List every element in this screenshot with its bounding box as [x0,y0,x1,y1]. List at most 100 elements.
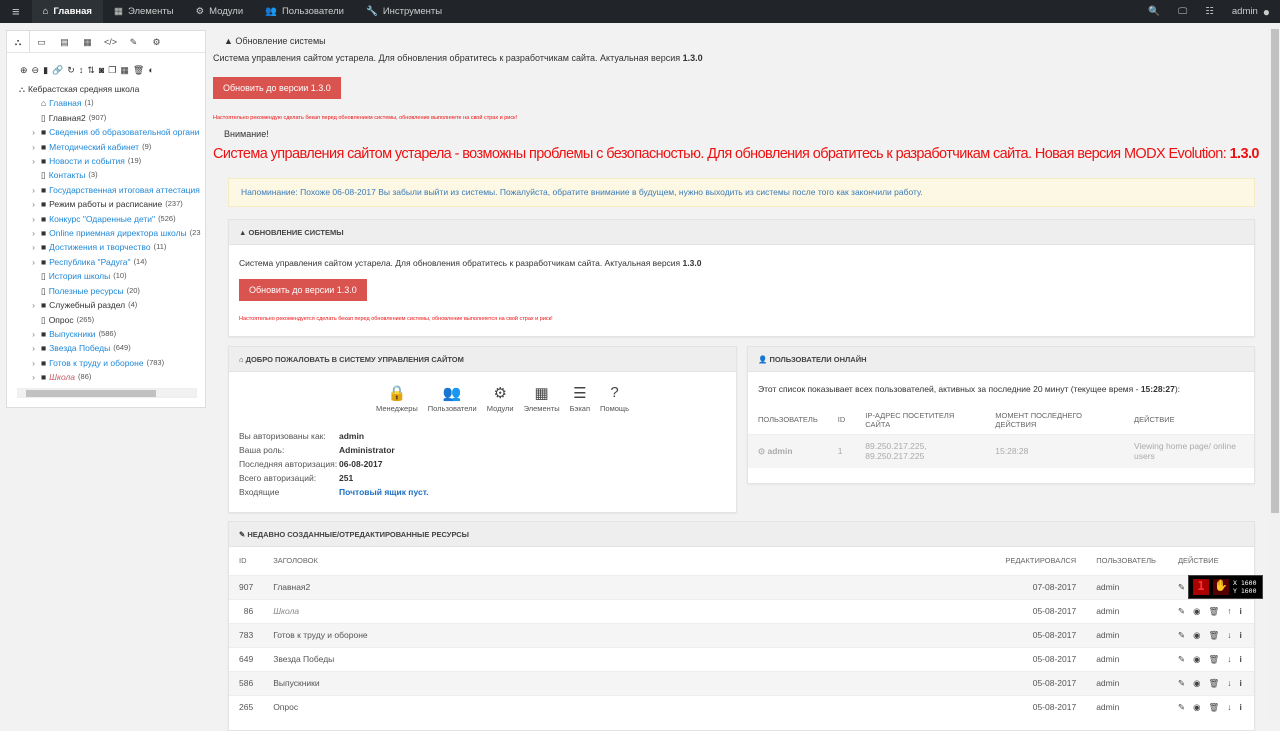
chevron-right-icon[interactable]: › [29,197,38,211]
chevron-right-icon[interactable]: › [29,140,38,154]
quick-grid[interactable]: ▦ Элементы [524,384,560,413]
chevron-right-icon[interactable]: › [29,327,38,341]
info-value[interactable]: Почтовый ящик пуст. [339,485,428,499]
table-row[interactable]: 907Главная207-08-2017admin✎◉🗑↑i [229,574,1254,599]
refresh-icon[interactable]: ↻ [67,65,75,76]
tab-code[interactable]: </> [99,31,122,52]
nav-cogs[interactable]: ⚙ Модули [185,0,255,23]
chevron-right-icon[interactable]: › [29,226,38,240]
table-row[interactable]: 86 Школа 05-08-2017 admin ✎ ◉ 🗑 ↑ i [229,598,1254,623]
chevron-right-icon[interactable]: › [29,154,38,168]
edit-icon[interactable]: ✎ [1178,606,1185,617]
tree-item[interactable]: › ■ Служебный раздел (4) [19,298,205,312]
camera-icon[interactable]: ◙ [99,65,104,76]
tab-snippets[interactable]: ▦ [76,31,99,52]
tree-item[interactable]: › ■ Сведения об образовательной органи [19,125,205,139]
tree-item[interactable]: ▯ Опрос (265) [19,313,205,327]
copy-icon[interactable]: ❐ [108,65,116,76]
sort-order-icon[interactable]: ⇅ [87,65,95,76]
resource-title[interactable]: Выпускники [263,670,994,695]
monitor-icon[interactable]: 🖵 [1178,6,1187,17]
chevron-right-icon[interactable]: › [29,255,38,269]
trash-icon[interactable]: 🗑 [133,65,144,76]
tree-item[interactable]: ⌂ Главная (1) [19,96,205,110]
nav-grid[interactable]: ▦ Элементы [103,0,185,23]
arrow-down-icon[interactable]: ↓ [1227,702,1231,713]
arrow-up-icon[interactable]: ↑ [1227,606,1231,617]
update-card-button[interactable]: Обновить до версии 1.3.0 [239,279,367,301]
search-icon[interactable]: 🔍 [1148,6,1160,17]
quick-users[interactable]: 👥 Пользователи [428,384,477,413]
view-icon[interactable]: ◉ [1193,702,1200,713]
nav-wrench[interactable]: 🔧 Инструменты [355,0,453,23]
tab-site-tree[interactable]: ⛬ [7,31,30,52]
quick-help[interactable]: ? Помощь [600,384,629,413]
tree-item[interactable]: ▯ Полезные ресурсы (20) [19,284,205,298]
tree-item[interactable]: › ■ Конкурс "Одаренные дети" (526) [19,212,205,226]
info-icon[interactable]: i [1240,606,1242,617]
tree-item[interactable]: › ■ Online приемная директора школы (23 [19,226,205,240]
tree-item[interactable]: › ■ Государственная итоговая аттестация [19,183,205,197]
chevron-right-icon[interactable]: › [29,341,38,355]
tree-item[interactable]: › ■ Выпускники (586) [19,327,205,341]
chevron-right-icon[interactable]: › [29,356,38,370]
trash-icon[interactable]: 🗑 [1209,654,1220,665]
resource-title[interactable]: Школа [263,598,994,623]
tree-item[interactable]: › ■ Звезда Победы (649) [19,341,205,355]
chevron-right-icon[interactable]: › [29,212,38,226]
table-row[interactable]: 265 Опрос 05-08-2017 admin ✎ ◉ 🗑 ↓ i [229,694,1254,719]
grid-icon[interactable]: ▦ [120,65,129,76]
nav-users[interactable]: 👥 Пользователи [254,0,355,23]
chevron-right-icon[interactable]: › [29,183,38,197]
tree-item[interactable]: ▯ История школы (10) [19,269,205,283]
trash-icon[interactable]: 🗑 [1209,702,1220,713]
menu-toggle-button[interactable]: ≡ [0,0,32,23]
view-icon[interactable]: ◉ [1193,654,1200,665]
new-doc-icon[interactable]: ▮ [43,65,48,76]
contrast-icon[interactable]: ◐ [148,65,153,76]
sort-icon[interactable]: ↕ [79,65,84,76]
table-row[interactable]: 649 Звезда Победы 05-08-2017 admin ✎ ◉ 🗑 ↓ i [229,646,1254,671]
edit-icon[interactable]: ✎ [1178,702,1185,713]
chevron-right-icon[interactable]: › [29,240,38,254]
edit-icon[interactable]: ✎ [1178,654,1185,665]
chevron-right-icon[interactable]: › [29,298,38,312]
arrow-down-icon[interactable]: ↓ [1227,678,1231,689]
quick-lock[interactable]: 🔒 Менеджеры [376,384,418,413]
tree-item[interactable]: › ■ Методический кабинет (9) [19,140,205,154]
user-menu[interactable]: admin ● [1232,5,1270,19]
table-row[interactable]: 586 Выпускники 05-08-2017 admin ✎ ◉ 🗑 ↓ i [229,670,1254,695]
resource-title[interactable]: Готов к труду и обороне [263,622,994,647]
resource-title[interactable]: Главная2 [263,574,994,599]
edit-icon[interactable]: ✎ [1178,630,1185,641]
view-icon[interactable]: ◉ [1193,606,1200,617]
tree-item[interactable]: › ■ Новости и события (19) [19,154,205,168]
tree-item[interactable]: ▯ Контакты (3) [19,168,205,182]
table-row[interactable]: 783 Готов к труду и обороне 05-08-2017 admi… [229,622,1254,647]
chevron-right-icon[interactable]: › [29,370,38,384]
view-icon[interactable]: ◉ [1193,678,1200,689]
quick-database[interactable]: ☰ Бэкап [570,384,590,413]
tree-item[interactable]: › ■ Школа (86) [19,370,205,384]
tab-modules[interactable]: ⚙ [145,31,168,52]
tree-root[interactable]: ⛬ Кебрастская средняя школа [19,82,205,96]
info-icon[interactable]: i [1240,678,1242,689]
tree-item[interactable]: › ■ Режим работы и расписание (237) [19,197,205,211]
edit-icon[interactable]: ✎ [1178,582,1185,593]
expand-icon[interactable]: ⊕ [20,65,28,76]
collapse-icon[interactable]: ⊖ [32,65,40,76]
page-vertical-scrollbar[interactable] [1270,23,1280,720]
tree-item[interactable]: › ■ Готов к труду и обороне (783) [19,356,205,370]
chevron-right-icon[interactable]: › [29,125,38,139]
update-button[interactable]: Обновить до версии 1.3.0 [213,77,341,99]
tree-item[interactable]: › ■ Республика "Радуга" (14) [19,255,205,269]
tab-templates[interactable]: ▭ [30,31,53,52]
edit-icon[interactable]: ✎ [1178,678,1185,689]
trash-icon[interactable]: 🗑 [1209,630,1220,641]
view-icon[interactable]: ◉ [1193,630,1200,641]
arrow-down-icon[interactable]: ↓ [1227,654,1231,665]
tab-plugins[interactable]: ✎ [122,31,145,52]
info-icon[interactable]: i [1240,702,1242,713]
resource-title[interactable]: Звезда Победы [263,646,994,671]
sliders-icon[interactable]: ☷ [1205,6,1214,17]
